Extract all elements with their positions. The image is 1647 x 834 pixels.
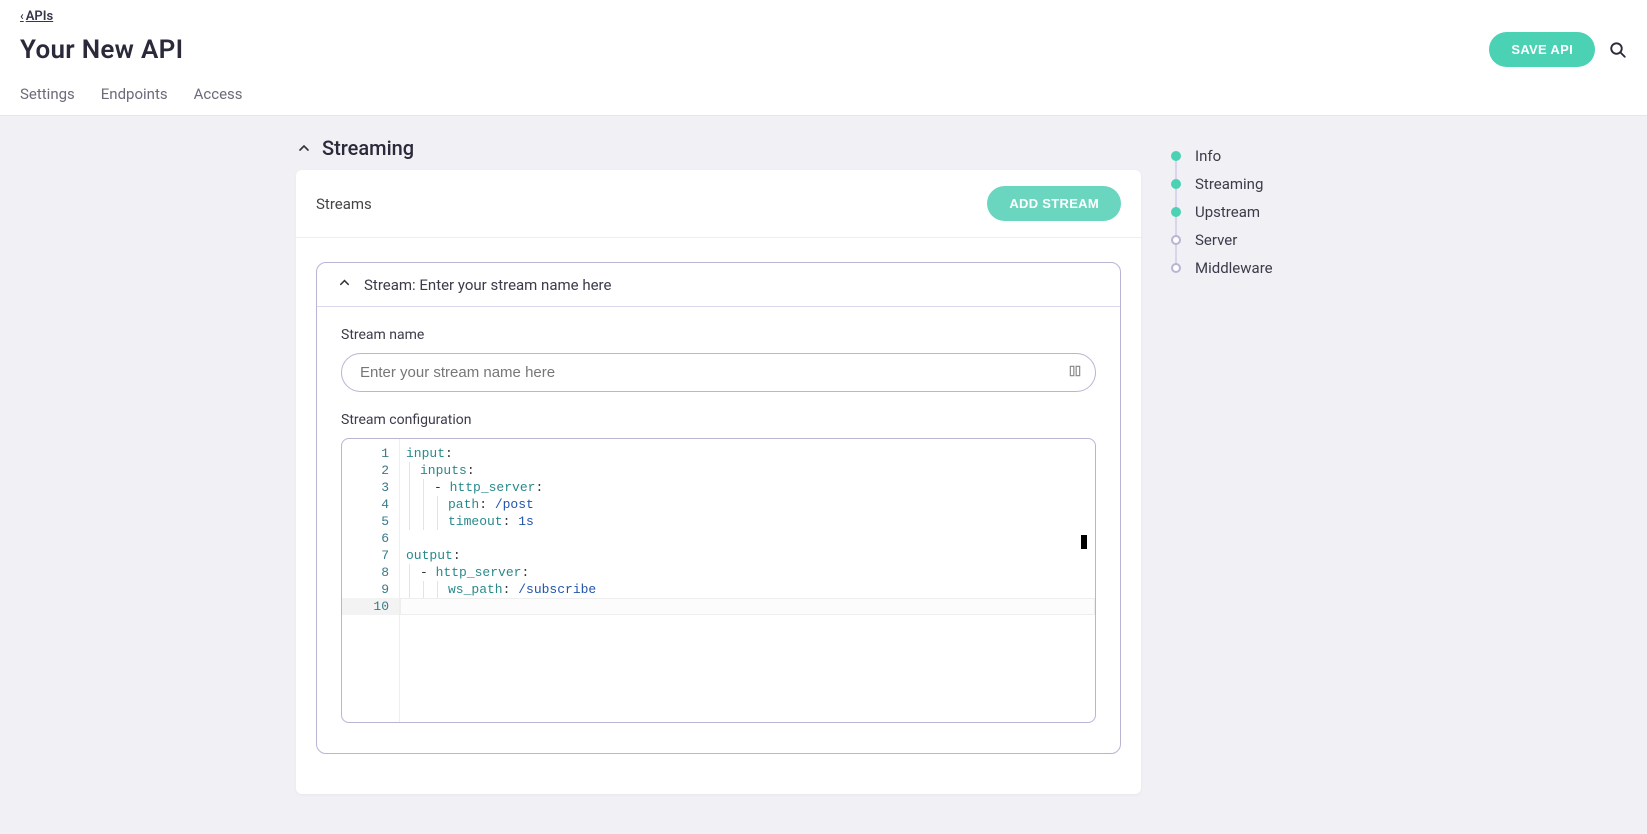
save-api-button[interactable]: SAVE API [1489,32,1595,67]
stream-card-toggle[interactable]: Stream: Enter your stream name here [317,263,1120,307]
nav-dot-icon [1171,235,1181,245]
stream-name-label: Stream name [341,327,1096,343]
stream-card: Stream: Enter your stream name here Stre… [316,262,1121,754]
panel-title: Streams [316,195,372,213]
nav-item-middleware[interactable]: Middleware [1171,254,1351,282]
editor-gutter: 12345678910 [342,439,400,722]
section-heading: Streaming [322,136,414,160]
nav-item-label: Upstream [1195,203,1260,221]
chevron-left-icon: ‹ [20,9,24,23]
nav-item-upstream[interactable]: Upstream [1171,198,1351,226]
nav-dot-icon [1171,179,1181,189]
breadcrumb-label: APIs [26,9,53,24]
stream-config-editor[interactable]: 12345678910 input:inputs:- http_server:p… [341,438,1096,723]
search-icon[interactable] [1609,41,1627,59]
editor-content[interactable]: input:inputs:- http_server:path: /postti… [400,439,1095,722]
tabs: Settings Endpoints Access [20,85,1627,115]
streams-panel: Streams ADD STREAM Stream: Enter your st… [296,170,1141,794]
nav-dot-icon [1171,151,1181,161]
editor-cursor [1081,535,1087,549]
nav-item-server[interactable]: Server [1171,226,1351,254]
chevron-up-icon[interactable] [296,140,312,156]
nav-dot-icon [1171,263,1181,273]
columns-icon [1068,364,1082,382]
nav-item-streaming[interactable]: Streaming [1171,170,1351,198]
tab-access[interactable]: Access [194,85,243,115]
add-stream-button[interactable]: ADD STREAM [987,186,1121,221]
page-title: Your New API [20,35,183,65]
tab-settings[interactable]: Settings [20,85,75,115]
nav-item-label: Middleware [1195,259,1273,277]
nav-item-info[interactable]: Info [1171,142,1351,170]
breadcrumb-back[interactable]: ‹ APIs [20,9,53,24]
nav-item-label: Server [1195,231,1237,249]
stream-config-label: Stream configuration [341,412,1096,428]
chevron-up-icon [337,275,352,294]
nav-item-label: Info [1195,147,1221,165]
stream-card-title: Stream: Enter your stream name here [364,276,611,294]
stream-name-input[interactable] [341,353,1096,392]
tab-endpoints[interactable]: Endpoints [101,85,168,115]
section-progress-nav: Info Streaming Upstream Server Middleware [1171,136,1351,282]
nav-dot-icon [1171,207,1181,217]
page-header: ‹ APIs Your New API SAVE API Settings En… [0,0,1647,116]
nav-item-label: Streaming [1195,175,1263,193]
